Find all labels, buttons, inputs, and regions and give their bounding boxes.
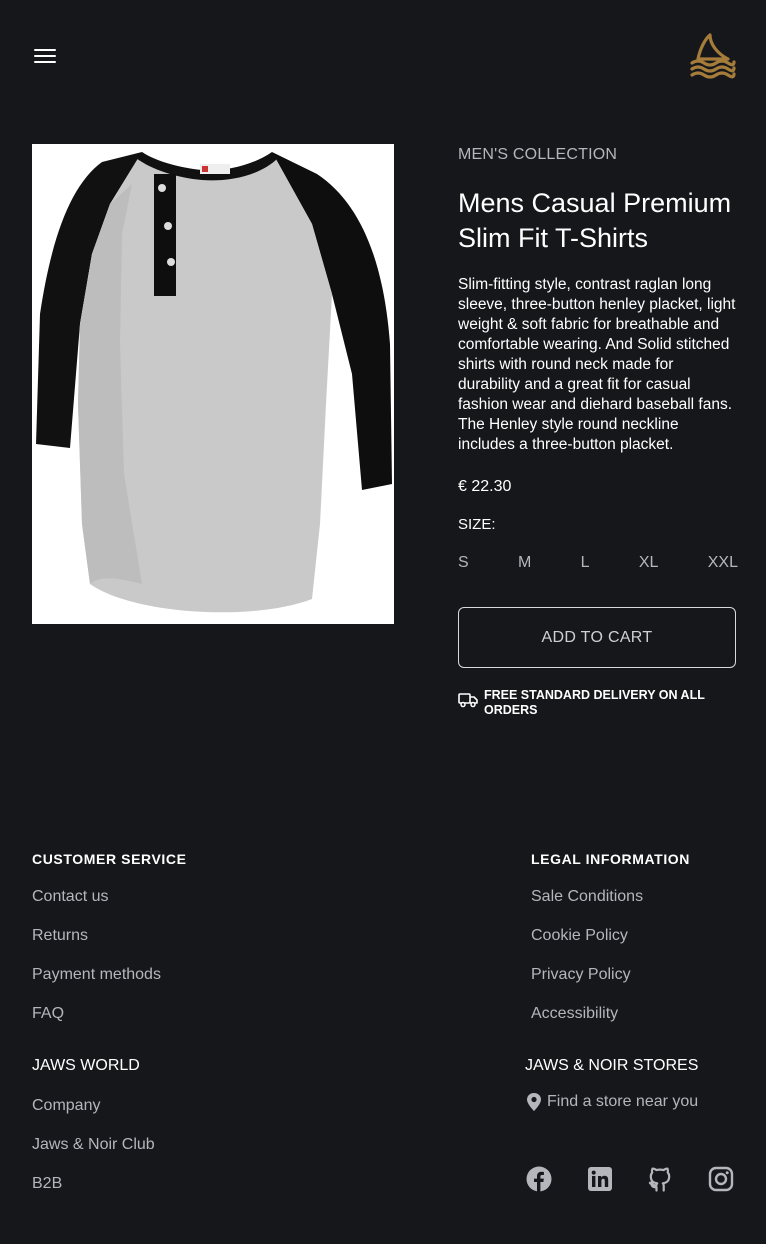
product-price: € 22.30	[458, 478, 512, 495]
delivery-text: FREE STANDARD DELIVERY ON ALL ORDERS	[484, 688, 705, 717]
size-option-s[interactable]: S	[458, 554, 469, 572]
find-store-text: Find a store near you	[547, 1093, 699, 1110]
footer-stores: JAWS & NOIR STORES Find a store near you	[525, 1057, 755, 1112]
footer-link-sale-conditions[interactable]: Sale Conditions	[531, 888, 751, 906]
footer-link-cookie-policy[interactable]: Cookie Policy	[531, 927, 751, 945]
footer-link-b2b[interactable]: B2B	[32, 1175, 332, 1193]
size-selector: S M L XL XXL	[458, 554, 738, 572]
footer-link-returns[interactable]: Returns	[32, 927, 332, 945]
size-option-xl[interactable]: XL	[639, 554, 659, 572]
size-option-m[interactable]: M	[518, 554, 531, 572]
instagram-icon[interactable]	[708, 1166, 734, 1192]
footer-legal: LEGAL INFORMATION Sale Conditions Cookie…	[531, 851, 751, 1023]
footer-jaws-world: JAWS WORLD Company Jaws & Noir Club B2B	[32, 1057, 332, 1193]
size-label: SIZE:	[458, 516, 496, 533]
footer-link-payment[interactable]: Payment methods	[32, 966, 332, 984]
footer-link-privacy-policy[interactable]: Privacy Policy	[531, 966, 751, 984]
size-option-l[interactable]: L	[581, 554, 590, 572]
add-to-cart-button[interactable]: ADD TO CART	[458, 607, 736, 668]
footer-link-accessibility[interactable]: Accessibility	[531, 1005, 751, 1023]
customer-service-heading: CUSTOMER SERVICE	[32, 851, 187, 867]
find-store-link[interactable]: Find a store near you	[525, 1092, 755, 1112]
legal-heading: LEGAL INFORMATION	[531, 851, 691, 867]
tshirt-illustration	[36, 152, 392, 613]
footer-link-contact[interactable]: Contact us	[32, 888, 332, 906]
github-icon[interactable]	[647, 1166, 673, 1192]
product-description: Slim-fitting style, contrast raglan long…	[458, 276, 736, 453]
shark-fin-waves-logo[interactable]	[688, 33, 736, 79]
jaws-world-heading: JAWS WORLD	[32, 1057, 140, 1074]
product-image	[32, 144, 394, 624]
footer-link-faq[interactable]: FAQ	[32, 1005, 332, 1023]
facebook-icon[interactable]	[526, 1166, 552, 1192]
product-collection: MEN'S COLLECTION	[458, 146, 618, 163]
size-option-xxl[interactable]: XXL	[708, 554, 738, 572]
truck-icon	[458, 693, 478, 708]
delivery-notice: FREE STANDARD DELIVERY ON ALL ORDERS	[458, 688, 738, 718]
footer-link-company[interactable]: Company	[32, 1097, 332, 1115]
stores-heading: JAWS & NOIR STORES	[525, 1057, 699, 1074]
hamburger-menu-icon[interactable]	[34, 45, 58, 67]
product-info: MEN'S COLLECTION Mens Casual Premium Sli…	[458, 144, 738, 718]
footer-link-club[interactable]: Jaws & Noir Club	[32, 1136, 332, 1154]
linkedin-icon[interactable]	[587, 1166, 613, 1192]
product-title: Mens Casual Premium Slim Fit T-Shirts	[458, 188, 732, 253]
footer-customer-service: CUSTOMER SERVICE Contact us Returns Paym…	[32, 851, 332, 1023]
map-pin-icon	[527, 1093, 541, 1111]
header	[0, 0, 766, 110]
